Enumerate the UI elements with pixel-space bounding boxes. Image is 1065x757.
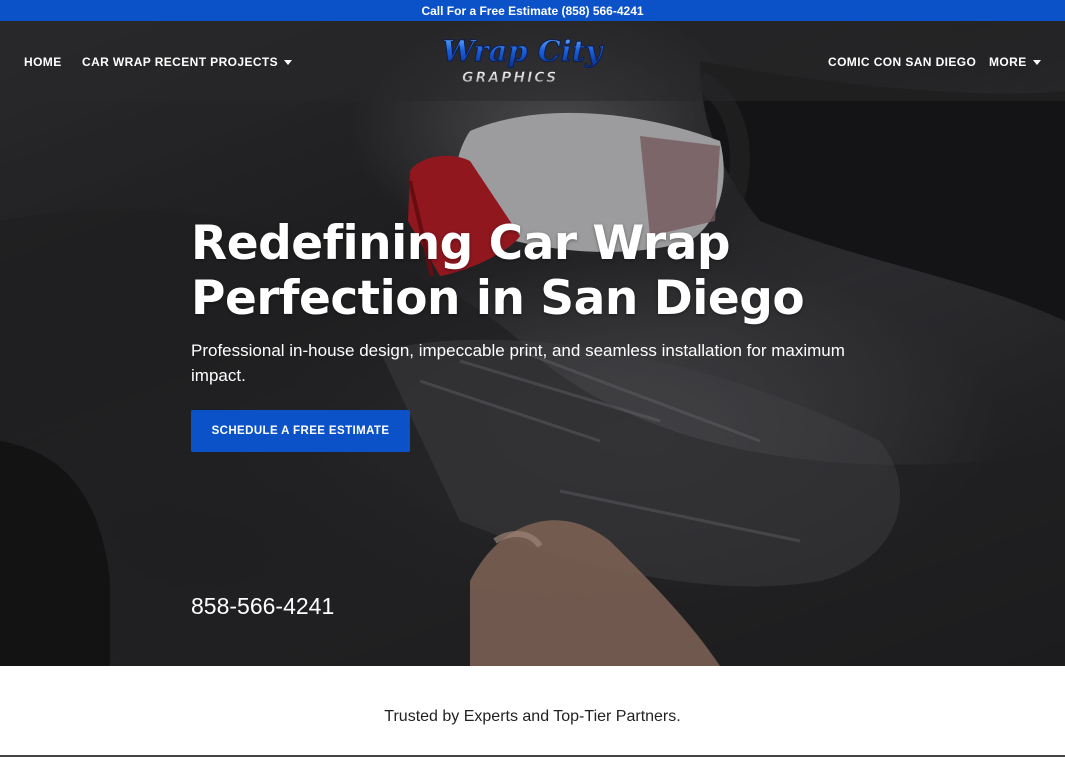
schedule-estimate-button[interactable]: SCHEDULE A FREE ESTIMATE <box>191 410 410 452</box>
nav-car-wrap-recent-projects[interactable]: CAR WRAP RECENT PROJECTS <box>82 55 293 69</box>
call-estimate-link[interactable]: Call For a Free Estimate (858) 566-4241 <box>421 4 643 18</box>
nav-home[interactable]: HOME <box>24 55 62 69</box>
wrap-city-logo-graphic: Wrap City GRAPHICS <box>442 34 605 87</box>
hero-headline-line2: Perfection in San Diego <box>191 271 805 326</box>
hero-section: HOME CAR WRAP RECENT PROJECTS Wrap City … <box>0 21 1065 666</box>
nav-more[interactable]: MORE <box>989 55 1041 69</box>
nav-comic-con-san-diego[interactable]: COMIC CON SAN DIEGO <box>828 55 976 69</box>
logo-text-graphics: GRAPHICS <box>462 70 558 86</box>
hero-phone-number[interactable]: 858-566-4241 <box>191 593 334 620</box>
nav-more-label: MORE <box>989 55 1027 69</box>
top-announcement-bar: Call For a Free Estimate (858) 566-4241 <box>0 0 1065 21</box>
hero-headline-line1: Redefining Car Wrap <box>191 216 731 271</box>
main-navigation: HOME CAR WRAP RECENT PROJECTS Wrap City … <box>0 21 1065 101</box>
hero-subtext: Professional in-house design, impeccable… <box>191 341 845 385</box>
trusted-partners-heading: Trusted by Experts and Top-Tier Partners… <box>384 708 681 725</box>
nav-comic-con-label: COMIC CON SAN DIEGO <box>828 55 977 69</box>
logo-text-wrap-city: Wrap City <box>442 34 604 68</box>
nav-home-label: HOME <box>24 55 62 69</box>
site-logo[interactable]: Wrap City GRAPHICS <box>436 31 626 91</box>
caret-down-icon <box>1032 59 1041 65</box>
hero-headline: Redefining Car Wrap Perfection in San Di… <box>191 216 831 326</box>
caret-down-icon <box>284 59 293 65</box>
nav-car-wrap-label: CAR WRAP RECENT PROJECTS <box>82 55 279 69</box>
